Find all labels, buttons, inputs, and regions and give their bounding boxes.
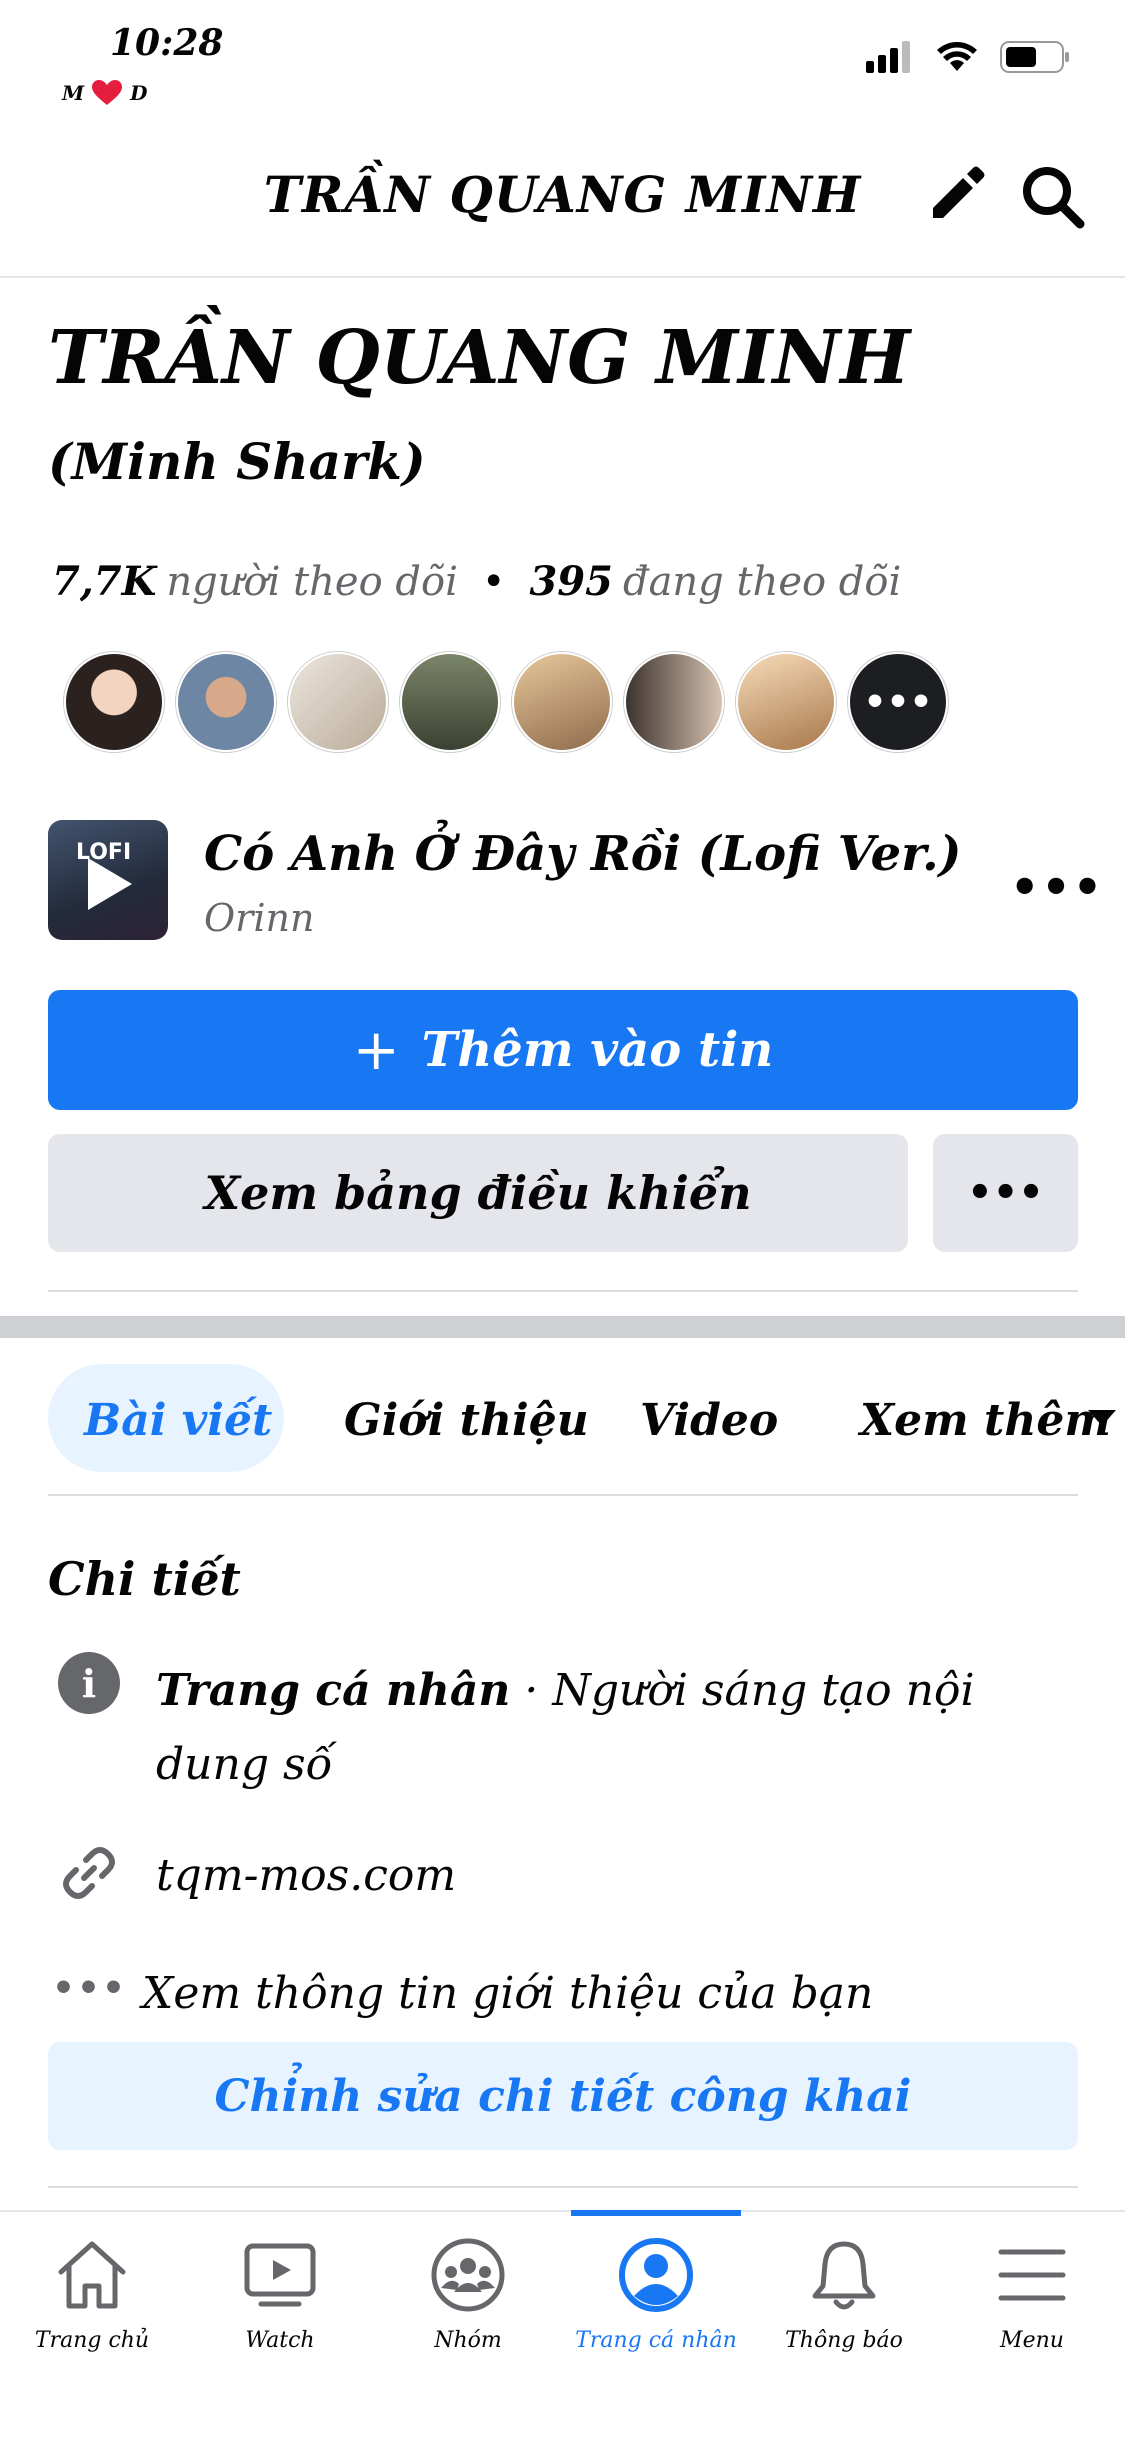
more-friends-button[interactable]: ••• <box>848 652 948 752</box>
edit-public-details-button[interactable]: Chỉnh sửa chi tiết công khai <box>48 2042 1078 2150</box>
tab-see-more[interactable]: Xem thêm <box>860 1395 1111 1446</box>
avatar[interactable] <box>512 652 612 752</box>
status-time: 10:28 <box>110 22 224 64</box>
avatar[interactable] <box>624 652 724 752</box>
avatar[interactable] <box>288 652 388 752</box>
song-title[interactable]: Có Anh Ở Đây Rồi (Lofi Ver.) <box>204 826 961 882</box>
play-icon <box>88 858 132 910</box>
active-tab-indicator <box>571 2210 741 2216</box>
separator-dot: • <box>481 559 506 605</box>
header-divider <box>0 276 1125 278</box>
menu-icon <box>998 2249 1066 2301</box>
nav-home-label: Trang chủ <box>34 2328 150 2353</box>
profile-type: Trang cá nhân · Người sáng tạo nội dung … <box>156 1654 1076 1802</box>
details-title: Chi tiết <box>48 1552 241 1606</box>
home-icon <box>58 2241 126 2309</box>
status-icons <box>866 40 1070 74</box>
profile-name-text: TRẦN QUANG MINH <box>48 315 911 401</box>
nav-menu-label: Menu <box>1000 2328 1064 2353</box>
profile-icon <box>619 2238 693 2312</box>
avatar[interactable] <box>176 652 276 752</box>
profile-nickname: (Minh Shark) <box>48 432 426 491</box>
follow-stats[interactable]: 7,7K người theo dõi • 395 đang theo dõi <box>52 558 901 605</box>
nav-profile-label: Trang cá nhân <box>575 2328 737 2353</box>
heart-icon <box>92 80 123 105</box>
status-right-letter: D <box>130 81 148 105</box>
nav-groups-label: Nhóm <box>434 2328 502 2353</box>
followers-count: 7,7K <box>52 558 157 605</box>
chevron-down-icon[interactable] <box>1088 1410 1116 1426</box>
status-left-letter: M <box>62 81 85 105</box>
nav-home[interactable]: Trang chủ <box>0 2234 186 2353</box>
profile-type-bold: Trang cá nhân <box>156 1665 511 1716</box>
signal-icon <box>866 41 910 73</box>
dashboard-button[interactable]: Xem bảng điều khiển <box>48 1134 908 1252</box>
avatar[interactable] <box>64 652 164 752</box>
plus-icon: + <box>352 1017 400 1083</box>
divider <box>48 1290 1078 1292</box>
info-icon: i <box>58 1652 120 1714</box>
avatar[interactable] <box>400 652 500 752</box>
followers-label: người theo dõi <box>166 559 458 605</box>
search-icon[interactable] <box>1018 162 1088 232</box>
section-separator <box>0 1316 1125 1338</box>
tab-posts[interactable]: Bài viết <box>84 1395 272 1446</box>
see-about-info[interactable]: Xem thông tin giới thiệu của bạn <box>142 1968 873 2019</box>
profile-name: TRẦN QUANG MINH (Minh Shark) <box>48 310 1058 510</box>
tab-video[interactable]: Video <box>640 1395 778 1446</box>
music-more-button[interactable]: ••• <box>1010 860 1104 914</box>
nav-menu[interactable]: Menu <box>938 2234 1125 2353</box>
bell-icon <box>812 2241 876 2310</box>
nav-watch[interactable]: Watch <box>186 2234 374 2353</box>
friends-avatars: ••• <box>64 652 948 752</box>
more-dots-icon: ••• <box>52 1968 128 2009</box>
divider <box>48 2186 1078 2188</box>
music-artwork[interactable]: LOFI <box>48 820 168 940</box>
wifi-icon <box>937 42 977 71</box>
add-story-button[interactable]: + Thêm vào tin <box>48 990 1078 1110</box>
more-options-button[interactable]: ••• <box>933 1134 1078 1252</box>
avatar[interactable] <box>736 652 836 752</box>
status-carrier-label: M D <box>62 80 147 106</box>
add-story-label: Thêm vào tin <box>421 1022 774 1078</box>
nav-watch-label: Watch <box>245 2328 315 2353</box>
link-icon <box>63 1847 115 1899</box>
following-count: 395 <box>529 558 613 605</box>
nav-notifications[interactable]: Thông báo <box>750 2234 938 2353</box>
divider <box>48 1494 1078 1496</box>
following-label: đang theo dõi <box>622 559 902 605</box>
nav-profile[interactable]: Trang cá nhân <box>562 2234 750 2353</box>
nav-groups[interactable]: Nhóm <box>374 2234 562 2353</box>
song-artist: Orinn <box>204 896 315 940</box>
pencil-icon[interactable] <box>925 162 989 226</box>
watch-icon <box>244 2243 316 2307</box>
nav-notifications-label: Thông báo <box>785 2328 903 2353</box>
groups-icon <box>431 2238 505 2312</box>
website-link[interactable]: tqm-mos.com <box>156 1850 456 1901</box>
battery-icon <box>1000 41 1069 73</box>
tab-about[interactable]: Giới thiệu <box>344 1395 589 1446</box>
